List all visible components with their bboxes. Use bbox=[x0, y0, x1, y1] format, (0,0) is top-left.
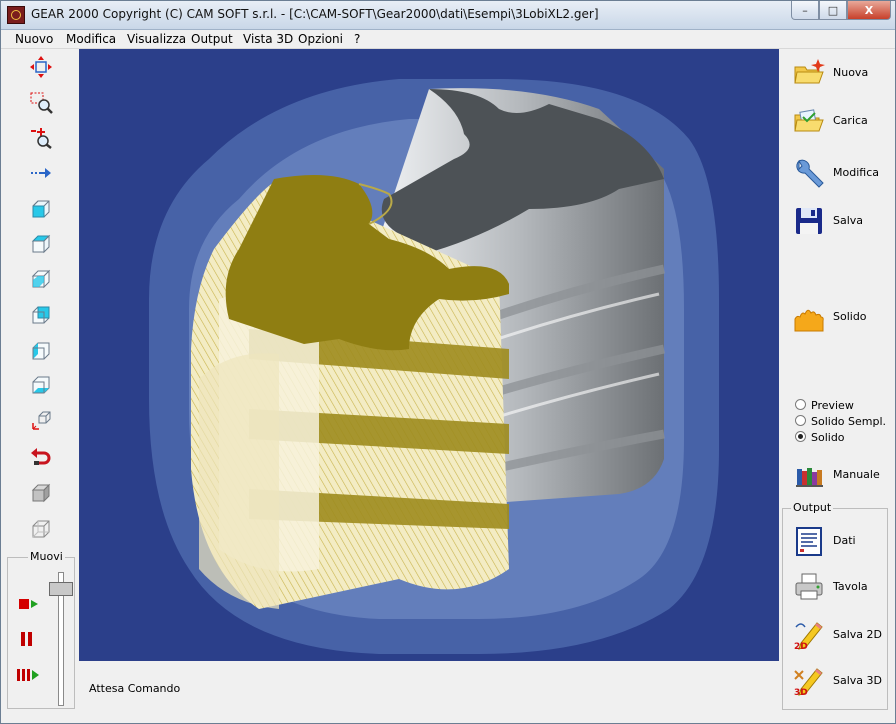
pause-icon bbox=[21, 632, 32, 646]
cube-top-icon bbox=[31, 234, 51, 254]
shaded-view-button[interactable] bbox=[27, 479, 55, 507]
menu-bar: Nuovo Modifica Visualizza Output Vista 3… bbox=[1, 30, 895, 49]
zoom-window-button[interactable] bbox=[27, 88, 55, 116]
radio-solido-sempl[interactable]: Solido Sempl. bbox=[795, 415, 886, 428]
muovi-label: Muovi bbox=[28, 550, 65, 563]
modifica-button[interactable]: Modifica bbox=[791, 153, 889, 193]
zoom-in-out-button[interactable] bbox=[27, 123, 55, 151]
menu-modifica[interactable]: Modifica bbox=[66, 32, 116, 46]
undo-arrow-icon bbox=[31, 448, 51, 465]
dati-button[interactable]: Dati bbox=[791, 521, 889, 561]
pencil-2d-icon: 2D bbox=[794, 622, 823, 651]
cube-left-icon bbox=[32, 342, 50, 360]
tavola-label: Tavola bbox=[833, 580, 868, 593]
view-cube-back-button[interactable] bbox=[27, 301, 55, 329]
radio-solido-sempl-dot[interactable] bbox=[795, 415, 806, 426]
menu-vista3d[interactable]: Vista 3D bbox=[243, 32, 293, 46]
restore-button[interactable]: □ bbox=[819, 1, 847, 20]
view-cube-front-button[interactable] bbox=[27, 195, 55, 223]
carica-button[interactable]: Carica bbox=[791, 101, 889, 141]
animation-slider-thumb[interactable] bbox=[49, 582, 73, 596]
radio-preview[interactable]: Preview bbox=[795, 399, 854, 412]
nuova-label: Nuova bbox=[833, 66, 869, 79]
radio-solido-sempl-label: Solido Sempl. bbox=[811, 415, 887, 428]
window-title: GEAR 2000 Copyright (C) CAM SOFT s.r.l. … bbox=[31, 7, 599, 21]
app-window: GEAR 2000 Copyright (C) CAM SOFT s.r.l. … bbox=[0, 0, 896, 724]
output-label: Output bbox=[791, 501, 834, 514]
badge-2d: 2D bbox=[794, 642, 808, 651]
app-icon[interactable] bbox=[7, 6, 25, 24]
cube-back-icon bbox=[32, 306, 50, 324]
cube-bottom-icon bbox=[32, 376, 50, 394]
menu-help[interactable]: ? bbox=[354, 32, 360, 46]
3d-viewport[interactable] bbox=[79, 49, 779, 661]
menu-visualizza[interactable]: Visualizza bbox=[127, 32, 186, 46]
rotor-render bbox=[149, 79, 719, 654]
zoom-window-icon bbox=[30, 92, 53, 114]
step-play-icon bbox=[17, 669, 39, 681]
wrench-icon bbox=[796, 159, 824, 188]
view-cube-bottom-button[interactable] bbox=[27, 371, 55, 399]
badge-3d: 3D bbox=[794, 688, 808, 697]
radio-solido[interactable]: Solido bbox=[795, 431, 845, 444]
manuale-button[interactable]: Manuale bbox=[791, 455, 889, 495]
pause-button[interactable] bbox=[18, 630, 40, 648]
nuova-button[interactable]: Nuova bbox=[791, 53, 889, 93]
wireframe-view-button[interactable] bbox=[27, 515, 55, 543]
menu-nuovo[interactable]: Nuovo bbox=[15, 32, 53, 46]
books-icon bbox=[796, 468, 823, 487]
radio-solido-dot[interactable] bbox=[795, 431, 806, 442]
title-bar[interactable]: GEAR 2000 Copyright (C) CAM SOFT s.r.l. … bbox=[1, 1, 895, 30]
floppy-disk-icon bbox=[796, 208, 822, 234]
menu-output[interactable]: Output bbox=[191, 32, 233, 46]
radio-preview-label: Preview bbox=[811, 399, 854, 412]
zoom-extents-button[interactable] bbox=[27, 159, 55, 187]
play-button[interactable] bbox=[18, 596, 40, 612]
open-folder-icon bbox=[794, 109, 824, 132]
view-cube-top-button[interactable] bbox=[27, 230, 55, 258]
new-folder-icon bbox=[794, 59, 825, 84]
close-button[interactable]: X bbox=[847, 1, 891, 20]
view-cube-side-button[interactable] bbox=[27, 265, 55, 293]
salva3d-label: Salva 3D bbox=[833, 674, 882, 687]
dati-label: Dati bbox=[833, 534, 856, 547]
pan-button[interactable] bbox=[27, 53, 55, 81]
wireframe-cube-icon bbox=[32, 520, 50, 538]
gear-profile-icon bbox=[794, 309, 824, 332]
salva2d-button[interactable]: 2D Salva 2D bbox=[791, 615, 889, 655]
salva2d-label: Salva 2D bbox=[833, 628, 882, 641]
pencil-3d-icon: 3D bbox=[794, 668, 823, 697]
arrow-right-icon bbox=[31, 168, 51, 178]
output-group: Output Dati Tavola 2D Salva 2D 3D Salva … bbox=[782, 501, 889, 710]
zoom-in-out-icon bbox=[31, 128, 52, 149]
radio-preview-dot[interactable] bbox=[795, 399, 806, 410]
cube-side-icon bbox=[31, 269, 51, 289]
pan-icon bbox=[30, 56, 52, 78]
cube-front-icon bbox=[32, 200, 50, 218]
shaded-cube-icon bbox=[31, 483, 51, 503]
muovi-group: Muovi bbox=[7, 550, 75, 709]
carica-label: Carica bbox=[833, 114, 868, 127]
solido-label: Solido bbox=[833, 310, 867, 323]
view-axes-button[interactable] bbox=[27, 407, 55, 435]
document-list-icon bbox=[796, 527, 822, 556]
salva-button[interactable]: Salva bbox=[791, 201, 889, 241]
tavola-button[interactable]: Tavola bbox=[791, 567, 889, 607]
modifica-label: Modifica bbox=[833, 166, 879, 179]
step-play-button[interactable] bbox=[16, 666, 42, 684]
view-cube-left-button[interactable] bbox=[27, 337, 55, 365]
axes-cube-icon bbox=[32, 411, 51, 430]
record-play-icon bbox=[19, 599, 38, 609]
salva-label: Salva bbox=[833, 214, 864, 227]
manuale-label: Manuale bbox=[833, 468, 880, 481]
salva3d-button[interactable]: 3D Salva 3D bbox=[791, 661, 889, 701]
minimize-button[interactable]: – bbox=[791, 1, 819, 20]
radio-solido-label: Solido bbox=[811, 431, 845, 444]
menu-opzioni[interactable]: Opzioni bbox=[298, 32, 343, 46]
printer-icon bbox=[795, 573, 823, 600]
status-text: Attesa Comando bbox=[89, 682, 181, 695]
solido-button[interactable]: Solido bbox=[791, 297, 889, 337]
undo-view-button[interactable] bbox=[27, 443, 55, 471]
